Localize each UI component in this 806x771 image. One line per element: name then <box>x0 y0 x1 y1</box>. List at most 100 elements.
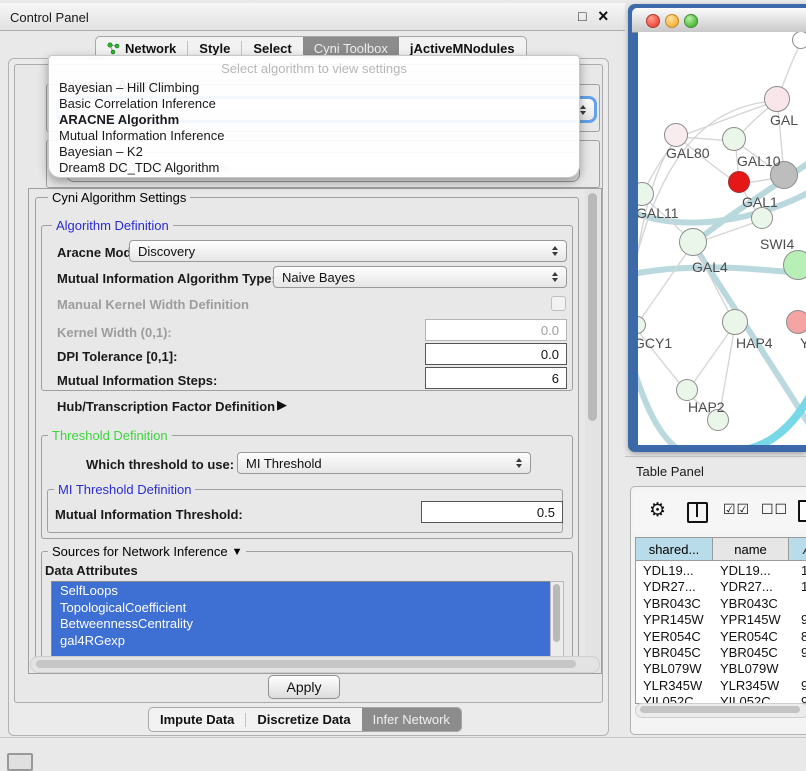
bottom-divider <box>0 737 806 738</box>
split-table-icon[interactable] <box>687 502 708 523</box>
apply-button-label: Apply <box>286 679 321 695</box>
cell: YIL052C <box>713 693 792 703</box>
collapse-closed-icon[interactable]: ▶ <box>277 397 287 413</box>
dropdown-item[interactable]: Dream8 DC_TDC Algorithm <box>59 160 219 175</box>
node-label: GAL10 <box>737 153 781 169</box>
table-row[interactable]: YDR27...YDR27...12 <box>636 578 806 594</box>
table-panel-divider <box>625 456 806 457</box>
attributes-list-scrollbar[interactable] <box>550 581 564 663</box>
document-icon[interactable] <box>798 500 806 522</box>
table-row[interactable]: YBR045CYBR045C9. <box>636 644 806 660</box>
cell: YPR145W <box>713 611 792 627</box>
network-canvas[interactable]: GAL GAL80 GAL10 GAL1 GAL11 SWI4 GAL4 GCY… <box>638 32 806 445</box>
window-close-icon[interactable] <box>646 14 660 28</box>
network-node[interactable] <box>786 310 806 334</box>
table-row[interactable]: YIL052CYIL052C9 <box>636 693 806 703</box>
dropdown-item-highlighted[interactable]: ARACNE Algorithm <box>59 112 179 127</box>
tab-discretize-data[interactable]: Discretize Data <box>246 708 361 731</box>
gear-icon[interactable]: ⚙ <box>649 499 666 522</box>
close-icon[interactable]: × <box>598 6 609 27</box>
which-threshold-label: Which threshold to use: <box>86 457 234 472</box>
stepper-icon <box>552 246 558 256</box>
settings-horizontal-scrollbar[interactable] <box>30 656 600 673</box>
network-node-hap4[interactable] <box>722 309 748 335</box>
cell: YLR345W <box>713 677 792 693</box>
network-node-gal10[interactable] <box>722 127 746 151</box>
bottom-tabbar: Impute Data Discretize Data Infer Networ… <box>148 707 462 732</box>
table-row[interactable]: YPR145WYPR145W9. <box>636 611 806 627</box>
hub-section-label: Hub/Transcription Factor Definition <box>57 399 275 414</box>
table-row[interactable]: YDL19...YDL19...13 <box>636 562 806 578</box>
which-threshold-value: MI Threshold <box>246 456 322 471</box>
float-window-icon[interactable]: □ <box>578 8 586 24</box>
table-row[interactable]: YBR043CYBR043C <box>636 595 806 611</box>
dpi-tolerance-field[interactable]: 0.0 <box>425 343 567 365</box>
cell: YBR045C <box>636 644 713 660</box>
list-item-selected[interactable]: BetweennessCentrality <box>52 615 550 632</box>
list-item-selected[interactable]: SelfLoops <box>52 582 550 599</box>
tab-infer-network[interactable]: Infer Network <box>362 708 461 731</box>
dropdown-item[interactable]: Basic Correlation Inference <box>59 96 216 111</box>
algorithm-definition-title: Algorithm Definition <box>52 218 173 233</box>
sources-title-text: Sources for Network Inference <box>52 544 228 559</box>
settings-vertical-scrollbar[interactable] <box>585 189 600 673</box>
network-node[interactable] <box>764 86 790 112</box>
dropdown-item[interactable]: Mutual Information Inference <box>59 128 224 143</box>
table-panel-title: Table Panel <box>636 464 704 479</box>
network-node[interactable] <box>751 207 773 229</box>
unchecked-pair-icon[interactable]: ☐☐ <box>761 501 788 518</box>
stepper-icon <box>552 272 558 282</box>
data-attributes-list: SelfLoops TopologicalCoefficient Between… <box>51 581 550 663</box>
node-label: GAL1 <box>742 194 778 210</box>
cell: YDR27... <box>713 578 792 594</box>
mi-threshold-field[interactable]: 0.5 <box>421 501 563 523</box>
manual-kernel-width-checkbox[interactable] <box>551 296 566 311</box>
cell: 9 <box>792 693 806 703</box>
window-zoom-icon[interactable] <box>684 14 698 28</box>
dropdown-item[interactable]: Bayesian – K2 <box>59 144 143 159</box>
aracne-mode-combo[interactable]: Discovery <box>129 240 567 262</box>
table-row[interactable]: YBL079WYBL079W <box>636 660 806 676</box>
cell: YDL19... <box>713 562 792 578</box>
network-node-swi4[interactable] <box>783 250 806 280</box>
kernel-width-label: Kernel Width (0,1): <box>57 325 172 340</box>
cell <box>792 595 806 611</box>
network-node-hap2[interactable] <box>676 379 698 401</box>
list-item-selected[interactable]: TopologicalCoefficient <box>52 599 550 616</box>
cell: YDL19... <box>636 562 713 578</box>
table-body: YDL19...YDL19...13 YDR27...YDR27...12 YB… <box>636 562 806 703</box>
table-row[interactable]: YER054CYER054C8. <box>636 628 806 644</box>
mi-algorithm-type-combo[interactable]: Naive Bayes <box>273 266 567 288</box>
node-label: GAL11 <box>638 205 679 221</box>
network-node-gal1-selected[interactable] <box>728 171 750 193</box>
collapse-open-icon[interactable]: ▼ <box>232 546 243 558</box>
network-node-gal80[interactable] <box>664 123 688 147</box>
cell <box>792 660 806 676</box>
tab-impute-data[interactable]: Impute Data <box>149 708 245 731</box>
window-minimize-icon[interactable] <box>665 14 679 28</box>
dropdown-item[interactable]: Bayesian – Hill Climbing <box>59 80 199 95</box>
column-header-name[interactable]: name <box>713 538 789 561</box>
node-table: shared... name A YDL19...YDL19...13 YDR2… <box>635 537 806 704</box>
which-threshold-combo[interactable]: MI Threshold <box>237 452 531 474</box>
table-row[interactable]: YLR345WYLR345W9. <box>636 677 806 693</box>
column-header-clipped[interactable]: A <box>789 538 806 561</box>
cell: 8. <box>792 628 806 644</box>
network-window-titlebar[interactable] <box>632 8 806 33</box>
checked-pair-icon[interactable]: ☑☑ <box>723 501 750 518</box>
cell: 12 <box>792 578 806 594</box>
cell: YBR045C <box>713 644 792 660</box>
network-node-gal4[interactable] <box>679 228 707 256</box>
tab-style-label: Style <box>199 41 230 56</box>
apply-button[interactable]: Apply <box>268 675 340 699</box>
list-item-selected[interactable]: gal4RGexp <box>52 632 550 649</box>
cell: YBR043C <box>713 595 792 611</box>
kernel-width-field[interactable]: 0.0 <box>425 319 567 341</box>
table-horizontal-scrollbar[interactable] <box>635 703 806 718</box>
mi-steps-field[interactable]: 6 <box>425 367 567 389</box>
column-header-shared-name[interactable]: shared... <box>636 538 713 561</box>
collapsed-panel-button[interactable] <box>7 753 33 771</box>
network-node[interactable] <box>792 32 806 49</box>
cell: YBL079W <box>713 660 792 676</box>
manual-kernel-width-label: Manual Kernel Width Definition <box>57 297 249 312</box>
